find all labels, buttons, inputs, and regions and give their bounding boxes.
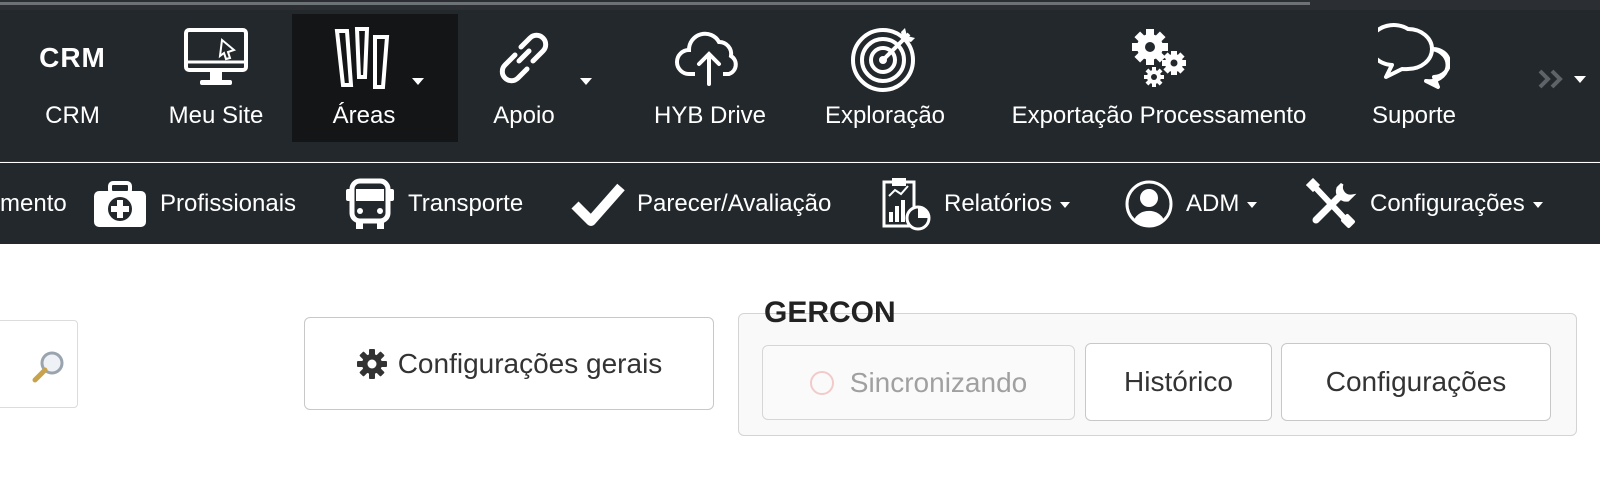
nav-item-apoio[interactable]: Apoio (464, 14, 604, 142)
subnav-item-transporte[interactable]: Transporte (344, 163, 523, 244)
subnav-label: mento (0, 189, 67, 217)
chevron-down-icon (580, 78, 592, 85)
nav-item-hyb-drive[interactable]: HYB Drive (640, 14, 780, 142)
nav-label-exploracao: Exploração (824, 102, 946, 129)
subnav-item-adm[interactable]: ADM (1124, 163, 1258, 244)
subnav-label: ADM (1186, 189, 1240, 217)
subnav-label: Relatórios (944, 189, 1053, 217)
link-icon (464, 22, 584, 94)
nav-label-meu-site: Meu Site (168, 102, 264, 129)
nav-item-exploracao[interactable]: Exploração (812, 14, 958, 142)
magnifier-icon[interactable] (31, 349, 67, 390)
window-top-line (0, 2, 1310, 5)
medical-kit-icon (92, 179, 148, 229)
subnav-item-relatorios[interactable]: Relatórios (880, 163, 1071, 244)
loading-spinner-icon (809, 370, 834, 395)
gercon-title: GERCON (764, 296, 896, 329)
user-circle-icon (1124, 179, 1174, 229)
double-chevron-right-icon (1536, 66, 1568, 97)
target-icon (812, 22, 958, 94)
nav-item-exportacao-processamento[interactable]: Exportação Processamento (994, 14, 1324, 142)
chevron-down-icon (1532, 201, 1543, 208)
nav-item-meu-site[interactable]: Meu Site (146, 14, 286, 142)
cloud-upload-icon (640, 22, 780, 94)
window-top-strip (0, 0, 1600, 10)
gears-icon (994, 22, 1324, 94)
sync-button[interactable]: Sincronizando (762, 345, 1075, 420)
history-label: Histórico (1124, 366, 1233, 397)
gercon-settings-label: Configurações (1325, 366, 1507, 397)
subnav-label: Configurações (1370, 189, 1525, 217)
general-settings-label: Configurações gerais (397, 347, 663, 379)
subnav-label: Parecer/Avaliação (637, 189, 832, 217)
search-field[interactable] (0, 320, 78, 408)
report-chart-icon (880, 176, 932, 232)
subnav-item-mento[interactable]: mento (0, 163, 67, 244)
subnav-item-profissionais[interactable]: Profissionais (92, 163, 296, 244)
subnav-item-parecer-avaliacao[interactable]: Parecer/Avaliação (571, 163, 831, 244)
sync-label: Sincronizando (849, 366, 1028, 398)
chevron-down-icon (412, 78, 424, 85)
history-button[interactable]: Histórico (1085, 343, 1272, 421)
checkmark-icon (571, 181, 625, 227)
nav-item-suporte[interactable]: Suporte (1346, 14, 1482, 142)
monitor-icon (146, 22, 286, 94)
chevron-down-icon (1247, 201, 1258, 208)
nav-label-apoio: Apoio (493, 102, 555, 129)
nav-label-crm: CRM (45, 102, 100, 129)
chat-bubbles-icon (1346, 22, 1482, 94)
nav-item-areas[interactable]: Áreas (292, 14, 458, 142)
chevron-down-icon (1060, 201, 1071, 208)
nav-label-areas: Áreas (332, 102, 396, 129)
nav-item-crm[interactable]: CRM CRM (5, 14, 140, 142)
subnav-label: Transporte (408, 189, 524, 217)
general-settings-button[interactable]: Configurações gerais (304, 317, 714, 410)
nav-label-exportacao-processamento: Exportação Processamento (1011, 102, 1307, 129)
crm-text-icon: CRM (39, 42, 106, 73)
gear-icon (356, 348, 388, 380)
tools-icon (1306, 177, 1358, 230)
top-navigation-bar: CRM CRM Meu Site Áreas Apoio HYB Drive E… (0, 10, 1600, 162)
gercon-settings-button[interactable]: Configurações (1281, 343, 1551, 421)
subnav-label: Profissionais (160, 189, 297, 217)
more-nav-button[interactable] (1536, 66, 1592, 96)
nav-label-suporte: Suporte (1371, 102, 1457, 129)
secondary-navigation-bar: mento Profissionais Transporte Parecer/A… (0, 163, 1600, 244)
nav-label-hyb-drive: HYB Drive (653, 102, 767, 129)
subnav-item-configuracoes[interactable]: Configurações (1306, 163, 1543, 244)
bus-icon (344, 177, 396, 231)
chevron-down-icon (1574, 76, 1586, 83)
